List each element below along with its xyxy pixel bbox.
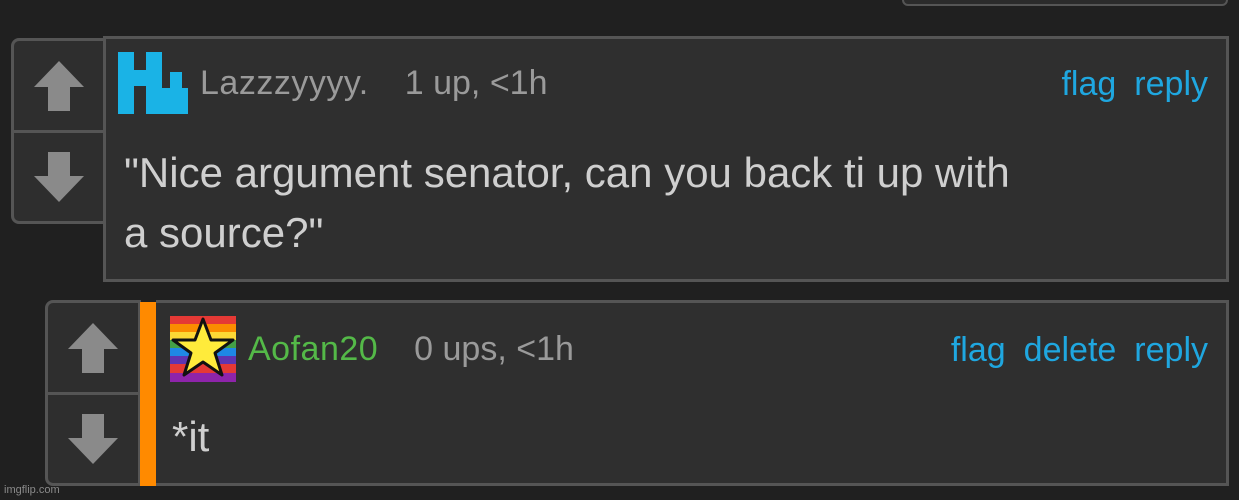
comment-meta: 1 up, <1h xyxy=(404,63,548,102)
vote-column xyxy=(11,38,107,224)
vote-column xyxy=(45,300,141,486)
comment-body: *it xyxy=(172,407,209,467)
reply-link[interactable]: reply xyxy=(1134,65,1208,104)
downvote-button[interactable] xyxy=(48,395,138,483)
upvote-button[interactable] xyxy=(48,303,138,393)
comment-meta: 0 ups, <1h xyxy=(414,329,574,368)
blue-pixel-avatar-icon xyxy=(118,52,188,114)
comment-header: Lazzzyyyy. 1 up, <1h xyxy=(118,51,548,115)
comment-card: Lazzzyyyy. 1 up, <1h flag reply "Nice ar… xyxy=(103,36,1229,282)
flag-link[interactable]: flag xyxy=(951,331,1006,370)
comment-header: Aofan20 0 ups, <1h xyxy=(170,315,574,383)
flag-link[interactable]: flag xyxy=(1061,65,1116,104)
comment-card: Aofan20 0 ups, <1h flag delete reply *it xyxy=(156,300,1229,486)
comment-line: *it xyxy=(172,413,210,460)
comment-body: "Nice argument senator, can you back ti … xyxy=(124,143,1010,263)
comment-actions: flag delete reply xyxy=(951,331,1208,370)
reply-link[interactable]: reply xyxy=(1134,331,1208,370)
downvote-button[interactable] xyxy=(14,133,104,221)
comment-actions: flag reply xyxy=(1061,65,1208,104)
downvote-arrow-icon xyxy=(68,414,118,464)
delete-link[interactable]: delete xyxy=(1024,331,1117,370)
previous-element-edge xyxy=(902,0,1228,6)
upvote-button[interactable] xyxy=(14,41,104,131)
comment-line: a source?" xyxy=(124,209,324,256)
downvote-arrow-icon xyxy=(34,152,84,202)
rainbow-star-avatar-icon xyxy=(170,316,236,382)
comment-thread: Lazzzyyyy. 1 up, <1h flag reply "Nice ar… xyxy=(0,0,1239,500)
comment-username[interactable]: Aofan20 xyxy=(248,330,378,369)
upvote-arrow-icon xyxy=(68,323,118,373)
comment-line: "Nice argument senator, can you back ti … xyxy=(124,149,1010,196)
comment-username[interactable]: Lazzzyyyy. xyxy=(200,64,369,103)
upvote-arrow-icon xyxy=(34,61,84,111)
watermark: imgflip.com xyxy=(4,484,60,496)
